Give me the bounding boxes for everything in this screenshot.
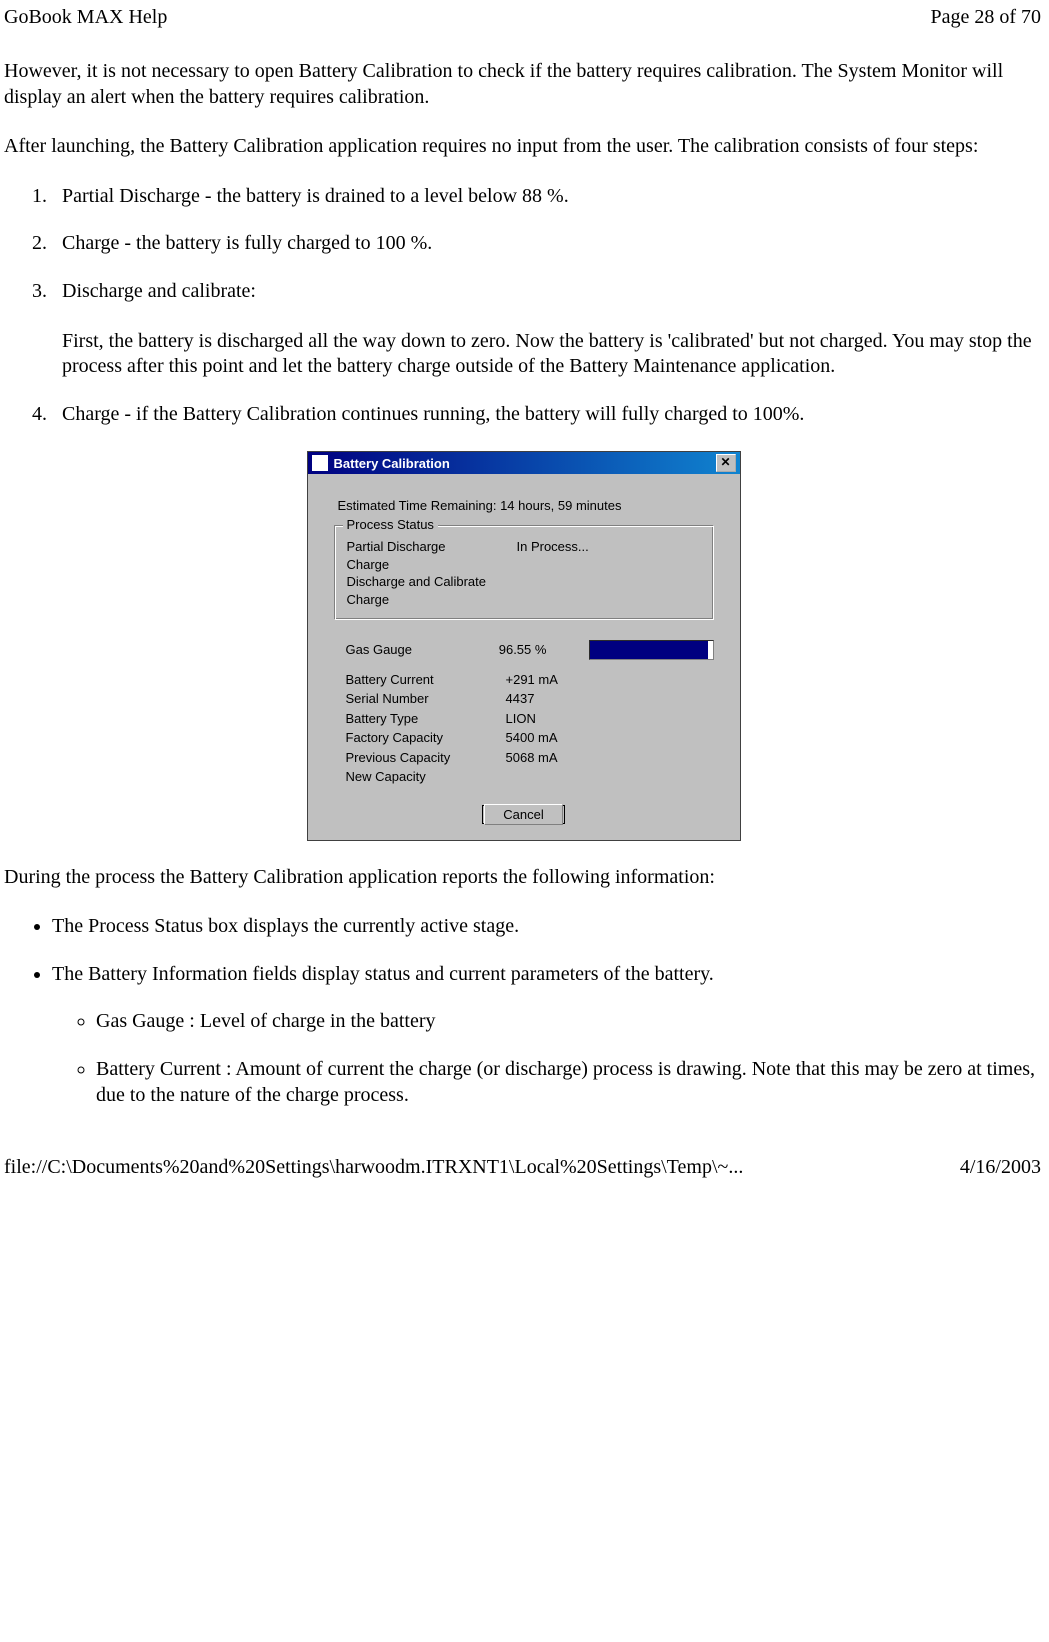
footer-path: file://C:\Documents%20and%20Settings\har…: [4, 1156, 743, 1179]
sub-bullet-1: Gas Gauge : Level of charge in the batte…: [96, 1009, 1043, 1035]
page-header: GoBook MAX Help Page 28 of 70: [0, 0, 1049, 29]
page-content: However, it is not necessary to open Bat…: [0, 29, 1049, 1108]
info-label: New Capacity: [346, 767, 506, 787]
battery-info: Gas Gauge 96.55 % Battery Current +291 m…: [346, 640, 714, 787]
gas-gauge-bar: [589, 640, 714, 660]
info-row: Factory Capacity 5400 mA: [346, 728, 714, 748]
status-label: Charge: [347, 591, 517, 609]
cancel-button[interactable]: Cancel: [482, 805, 564, 824]
info-row-gas-gauge: Gas Gauge 96.55 %: [346, 640, 714, 660]
info-row: Previous Capacity 5068 mA: [346, 748, 714, 768]
paragraph-2: After launching, the Battery Calibration…: [4, 134, 1043, 160]
bullet-1: The Process Status box displays the curr…: [52, 914, 1043, 940]
cancel-button-label: Cancel: [484, 804, 562, 825]
bullet-2: The Battery Information fields display s…: [52, 962, 1043, 1108]
steps-list: Partial Discharge - the battery is drain…: [4, 184, 1043, 428]
info-row: Battery Current +291 mA: [346, 670, 714, 690]
battery-calibration-dialog: Battery Calibration ✕ Estimated Time Rem…: [307, 451, 741, 840]
step-2: Charge - the battery is fully charged to…: [52, 231, 1043, 257]
status-row: Charge: [347, 556, 701, 574]
status-label: Partial Discharge: [347, 538, 517, 556]
status-label: Discharge and Calibrate: [347, 573, 517, 591]
group-legend: Process Status: [343, 517, 438, 532]
info-label: Previous Capacity: [346, 748, 506, 768]
info-label: Battery Type: [346, 709, 506, 729]
info-label: Gas Gauge: [346, 640, 499, 660]
info-value: 5068 mA: [506, 748, 596, 768]
sub-bullet-list: Gas Gauge : Level of charge in the batte…: [52, 1009, 1043, 1108]
info-row: Battery Type LION: [346, 709, 714, 729]
close-button[interactable]: ✕: [716, 454, 736, 472]
info-value: LION: [506, 709, 596, 729]
info-label: Battery Current: [346, 670, 506, 690]
info-value: +291 mA: [506, 670, 596, 690]
process-status-group: Process Status Partial Discharge In Proc…: [334, 525, 714, 619]
paragraph-1: However, it is not necessary to open Bat…: [4, 59, 1043, 110]
info-row: New Capacity: [346, 767, 714, 787]
info-value: 5400 mA: [506, 728, 596, 748]
dialog-body: Estimated Time Remaining: 14 hours, 59 m…: [308, 474, 740, 839]
header-title: GoBook MAX Help: [4, 6, 167, 29]
gas-gauge-fill: [590, 641, 708, 659]
step-4: Charge - if the Battery Calibration cont…: [52, 402, 1043, 428]
info-label: Factory Capacity: [346, 728, 506, 748]
dialog-titlebar: Battery Calibration ✕: [308, 452, 740, 474]
step-3-detail: First, the battery is discharged all the…: [62, 329, 1043, 380]
footer-date: 4/16/2003: [960, 1156, 1041, 1179]
page-footer: file://C:\Documents%20and%20Settings\har…: [0, 1156, 1049, 1185]
step-1: Partial Discharge - the battery is drain…: [52, 184, 1043, 210]
info-label: Serial Number: [346, 689, 506, 709]
bullet-list: The Process Status box displays the curr…: [4, 914, 1043, 1108]
info-value: 4437: [506, 689, 596, 709]
status-row: Charge: [347, 591, 701, 609]
step-3: Discharge and calibrate: First, the batt…: [52, 279, 1043, 380]
status-label: Charge: [347, 556, 517, 574]
dialog-screenshot: Battery Calibration ✕ Estimated Time Rem…: [4, 451, 1043, 840]
status-value: In Process...: [517, 538, 589, 556]
status-row: Discharge and Calibrate: [347, 573, 701, 591]
estimated-time: Estimated Time Remaining: 14 hours, 59 m…: [338, 498, 724, 513]
status-row: Partial Discharge In Process...: [347, 538, 701, 556]
dialog-title: Battery Calibration: [334, 456, 716, 471]
dialog-icon: [312, 455, 328, 471]
info-row: Serial Number 4437: [346, 689, 714, 709]
paragraph-3: During the process the Battery Calibrati…: [4, 865, 1043, 891]
info-value: 96.55 %: [499, 640, 585, 660]
header-page-number: Page 28 of 70: [930, 6, 1041, 29]
button-row: Cancel: [324, 805, 724, 824]
sub-bullet-2: Battery Current : Amount of current the …: [96, 1057, 1043, 1108]
